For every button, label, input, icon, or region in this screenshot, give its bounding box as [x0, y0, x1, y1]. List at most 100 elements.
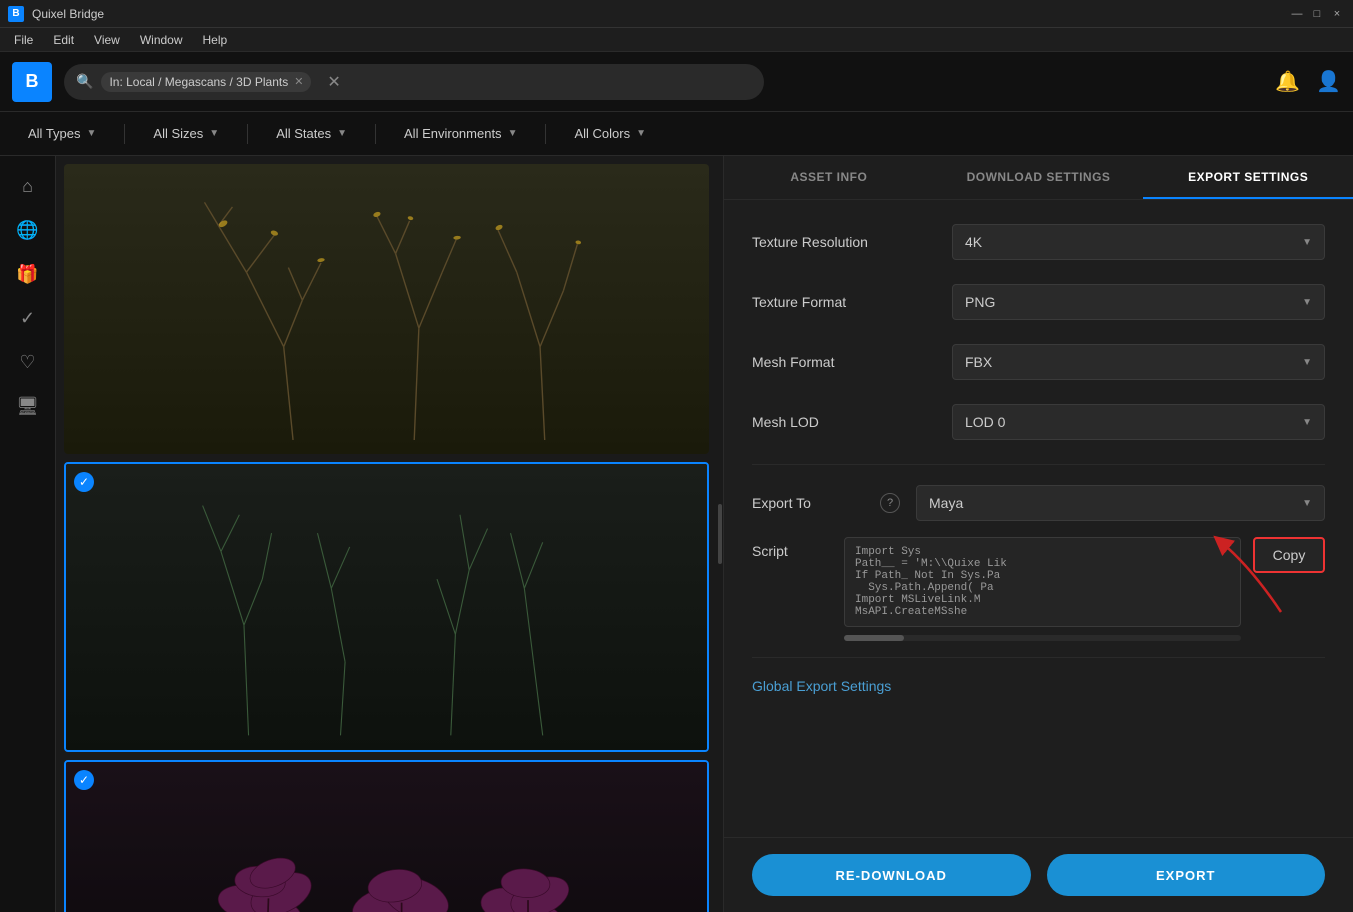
script-content: Import SysPath__ = 'M:\\Quixe LikIf Path…: [844, 537, 1241, 627]
menu-help[interactable]: Help: [193, 28, 238, 51]
chevron-down-icon: ▼: [508, 128, 518, 139]
global-export-settings-link[interactable]: Global Export Settings: [752, 678, 1325, 694]
mesh-format-select[interactable]: FBX ▼: [952, 344, 1325, 380]
asset-thumbnail-2: [66, 464, 707, 750]
chevron-down-icon: ▼: [1302, 357, 1312, 368]
panel-content: Texture Resolution 4K ▼ Texture Format P…: [724, 200, 1353, 837]
mesh-lod-label: Mesh LOD: [752, 414, 952, 430]
sidebar-item-online[interactable]: 🌐: [10, 212, 46, 248]
header: B 🔍 In: Local / Megascans / 3D Plants ✕ …: [0, 52, 1353, 112]
script-scrollbar[interactable]: [844, 635, 1241, 641]
chevron-down-icon: ▼: [1302, 297, 1312, 308]
script-row: Script Import SysPath__ = 'M:\\Quixe Lik…: [752, 537, 1325, 641]
main-layout: ⌂ 🌐 🎁 ✓ ♡ 🖥: [0, 156, 1353, 912]
minimize-button[interactable]: —: [1289, 6, 1305, 22]
filter-states[interactable]: All States ▼: [264, 120, 359, 147]
texture-format-control[interactable]: PNG ▼: [952, 284, 1325, 320]
script-scrollbar-thumb: [844, 635, 904, 641]
texture-resolution-control[interactable]: 4K ▼: [952, 224, 1325, 260]
sidebar-item-home[interactable]: ⌂: [10, 168, 46, 204]
search-tag[interactable]: In: Local / Megascans / 3D Plants ✕: [101, 72, 311, 92]
asset-thumbnail-1: [64, 164, 709, 454]
tab-asset-info[interactable]: ASSET INFO: [724, 156, 934, 199]
chevron-down-icon: ▼: [337, 128, 347, 139]
filter-separator-2: [247, 124, 248, 144]
texture-format-select[interactable]: PNG ▼: [952, 284, 1325, 320]
filter-environments[interactable]: All Environments ▼: [392, 120, 529, 147]
asset-item[interactable]: ✓: [64, 760, 709, 912]
redownload-button[interactable]: RE-DOWNLOAD: [752, 854, 1031, 896]
search-icon: 🔍: [76, 73, 93, 90]
export-to-row: Export To ? Maya ▼: [752, 485, 1325, 521]
filter-separator-1: [124, 124, 125, 144]
mesh-lod-control[interactable]: LOD 0 ▼: [952, 404, 1325, 440]
filterbar: All Types ▼ All Sizes ▼ All States ▼ All…: [0, 112, 1353, 156]
filter-sizes[interactable]: All Sizes ▼: [141, 120, 231, 147]
tab-download-settings[interactable]: DOWNLOAD SETTINGS: [934, 156, 1144, 199]
asset-item[interactable]: [64, 164, 709, 454]
export-button[interactable]: EXPORT: [1047, 854, 1326, 896]
notification-icon[interactable]: 🔔: [1275, 69, 1300, 94]
filter-colors-label: All Colors: [574, 126, 630, 141]
asset-item[interactable]: ✓: [64, 462, 709, 752]
texture-format-value: PNG: [965, 294, 995, 310]
menu-window[interactable]: Window: [130, 28, 193, 51]
search-clear-button[interactable]: ✕: [327, 72, 340, 92]
search-tag-text: In: Local / Megascans / 3D Plants: [109, 75, 288, 89]
filter-colors[interactable]: All Colors ▼: [562, 120, 658, 147]
menubar: File Edit View Window Help: [0, 28, 1353, 52]
chevron-down-icon: ▼: [209, 128, 219, 139]
mesh-format-control[interactable]: FBX ▼: [952, 344, 1325, 380]
scrollbar-thumb: [718, 504, 722, 564]
tab-bar: ASSET INFO DOWNLOAD SETTINGS EXPORT SETT…: [724, 156, 1353, 200]
texture-resolution-select[interactable]: 4K ▼: [952, 224, 1325, 260]
header-actions: 🔔 👤: [1275, 69, 1341, 94]
asset-selected-check: ✓: [74, 472, 94, 492]
mesh-lod-select[interactable]: LOD 0 ▼: [952, 404, 1325, 440]
texture-format-row: Texture Format PNG ▼: [752, 284, 1325, 320]
export-to-label: Export To: [752, 495, 872, 511]
filter-separator-3: [375, 124, 376, 144]
help-icon[interactable]: ?: [880, 493, 900, 513]
export-to-select[interactable]: Maya ▼: [916, 485, 1325, 521]
divider-1: [752, 464, 1325, 465]
menu-view[interactable]: View: [84, 28, 130, 51]
filter-sizes-label: All Sizes: [153, 126, 203, 141]
app-icon: B: [8, 6, 24, 22]
user-icon[interactable]: 👤: [1316, 69, 1341, 94]
logo: B: [12, 62, 52, 102]
divider-2: [752, 657, 1325, 658]
tab-export-settings[interactable]: EXPORT SETTINGS: [1143, 156, 1353, 199]
mesh-lod-row: Mesh LOD LOD 0 ▼: [752, 404, 1325, 440]
asset-selected-check: ✓: [74, 770, 94, 790]
sidebar-item-local[interactable]: 🖥: [10, 388, 46, 424]
sidebar-item-collections[interactable]: 🎁: [10, 256, 46, 292]
close-button[interactable]: ×: [1329, 6, 1345, 22]
texture-format-label: Texture Format: [752, 294, 952, 310]
search-bar[interactable]: 🔍 In: Local / Megascans / 3D Plants ✕ ✕: [64, 64, 764, 100]
mesh-format-row: Mesh Format FBX ▼: [752, 344, 1325, 380]
filter-separator-4: [545, 124, 546, 144]
texture-resolution-row: Texture Resolution 4K ▼: [752, 224, 1325, 260]
export-to-control[interactable]: Maya ▼: [916, 485, 1325, 521]
mesh-format-value: FBX: [965, 354, 992, 370]
sidebar-item-approved[interactable]: ✓: [10, 300, 46, 336]
asset-thumbnail-3: [66, 762, 707, 912]
filter-types[interactable]: All Types ▼: [16, 120, 108, 147]
panel-footer: RE-DOWNLOAD EXPORT: [724, 837, 1353, 912]
chevron-down-icon: ▼: [87, 128, 97, 139]
search-tag-close-icon[interactable]: ✕: [294, 75, 303, 88]
asset-grid[interactable]: ✓: [56, 156, 717, 912]
texture-resolution-label: Texture Resolution: [752, 234, 952, 250]
sidebar: ⌂ 🌐 🎁 ✓ ♡ 🖥: [0, 156, 56, 912]
menu-edit[interactable]: Edit: [43, 28, 84, 51]
window-controls: — □ ×: [1289, 6, 1345, 22]
filter-environments-label: All Environments: [404, 126, 502, 141]
maximize-button[interactable]: □: [1309, 6, 1325, 22]
script-label: Script: [752, 537, 832, 559]
chevron-down-icon: ▼: [1302, 237, 1312, 248]
menu-file[interactable]: File: [4, 28, 43, 51]
sidebar-item-favorites[interactable]: ♡: [10, 344, 46, 380]
chevron-down-icon: ▼: [1302, 417, 1312, 428]
copy-button[interactable]: Copy: [1253, 537, 1325, 573]
